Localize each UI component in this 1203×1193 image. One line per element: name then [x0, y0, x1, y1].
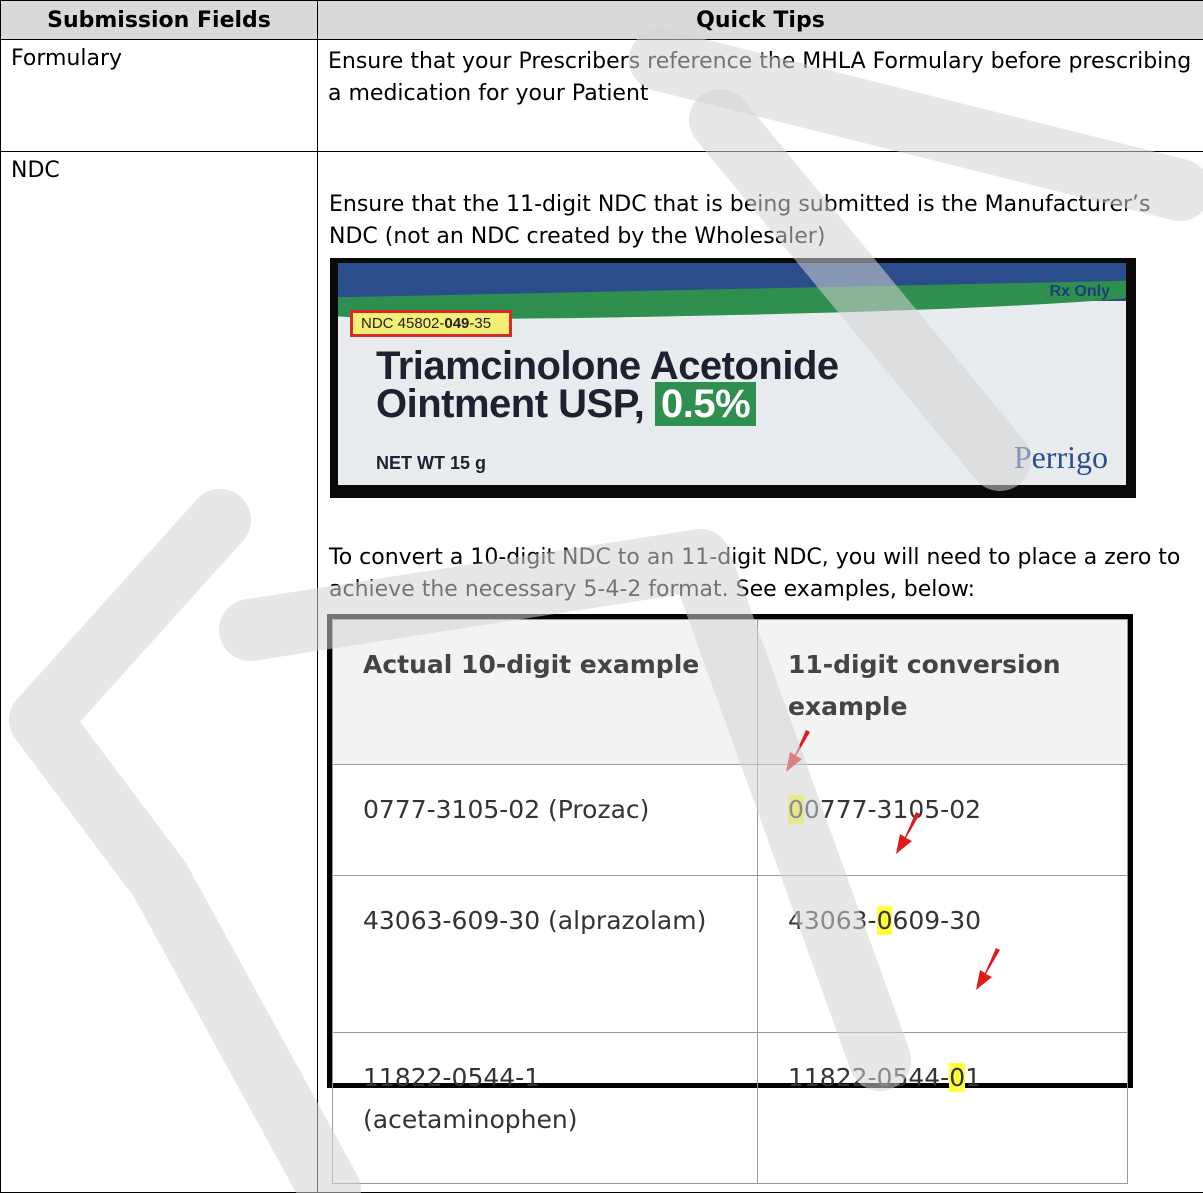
conversion-examples-image: Actual 10-digit example 11-digit convers…	[327, 614, 1133, 1184]
document-page: Submission Fields Quick Tips Formulary E…	[0, 0, 1203, 1193]
product-name-line2-wrap: Ointment USP, 0.5%	[376, 382, 839, 426]
converted-pre: 43063-	[788, 906, 877, 935]
conversion-actual: 11822-0544-1 (acetaminophen)	[332, 1032, 758, 1184]
ndc-suffix: -35	[469, 315, 492, 332]
conversion-converted: 11822-0544-01	[757, 1032, 1128, 1184]
added-zero-highlight: 0	[949, 1063, 966, 1092]
red-arrow-icon	[786, 730, 810, 772]
table-row-formulary: Formulary Ensure that your Prescribers r…	[0, 39, 1203, 152]
conversion-header-row: Actual 10-digit example 11-digit convers…	[332, 619, 1128, 765]
added-zero-highlight: 0	[876, 906, 893, 935]
product-photo: Rx Only NDC 45802-049-35 Triamcinolone A…	[330, 258, 1136, 498]
ndc-highlight-box: NDC 45802-049-35	[350, 310, 513, 337]
converted-post: 1	[965, 1063, 982, 1092]
converted-post: 609-30	[892, 906, 982, 935]
conversion-table: Actual 10-digit example 11-digit convers…	[332, 619, 1128, 1184]
table-header-row: Submission Fields Quick Tips	[0, 0, 1203, 40]
product-box: Rx Only NDC 45802-049-35 Triamcinolone A…	[338, 263, 1126, 485]
red-arrow-icon	[896, 812, 920, 854]
ndc-bold: 049	[444, 315, 470, 332]
column-header-submission-fields: Submission Fields	[0, 0, 318, 40]
brand-logo-text: Perrigo	[1013, 439, 1108, 475]
conversion-actual: 0777-3105-02 (Prozac)	[332, 764, 758, 876]
tip-ndc-intro: Ensure that the 11-digit NDC that is bei…	[329, 192, 1151, 249]
conversion-converted: 43063-0609-30	[757, 875, 1128, 1033]
net-weight: NET WT 15 g	[376, 453, 487, 473]
product-strength: 0.5%	[655, 382, 757, 426]
ndc-prefix: NDC 45802-	[361, 315, 445, 332]
conversion-row: 0777-3105-02 (Prozac) 00777-3105-02	[332, 764, 1128, 876]
product-name-line1: Triamcinolone Acetonide	[376, 344, 839, 388]
rx-only-label: Rx Only	[1049, 283, 1110, 300]
tip-formulary: Ensure that your Prescribers reference t…	[317, 39, 1203, 152]
field-ndc: NDC	[0, 151, 318, 1193]
product-name: Triamcinolone Acetonide Ointment USP, 0.…	[376, 344, 839, 426]
conversion-row: 43063-609-30 (alprazolam) 43063-0609-30	[332, 875, 1128, 1033]
field-formulary: Formulary	[0, 39, 318, 152]
product-name-line2: Ointment USP,	[376, 382, 645, 426]
conversion-row: 11822-0544-1 (acetaminophen) 11822-0544-…	[332, 1032, 1128, 1184]
conversion-converted: 00777-3105-02	[757, 764, 1128, 876]
tip-ndc-convert: To convert a 10-digit NDC to an 11-digit…	[329, 545, 1181, 602]
added-zero-highlight: 0	[788, 795, 804, 824]
column-header-quick-tips: Quick Tips	[317, 0, 1203, 40]
red-arrow-icon	[976, 948, 1000, 990]
conversion-actual: 43063-609-30 (alprazolam)	[332, 875, 758, 1033]
converted-pre: 11822-0544-	[788, 1063, 950, 1092]
conversion-header-actual: Actual 10-digit example	[332, 619, 758, 765]
